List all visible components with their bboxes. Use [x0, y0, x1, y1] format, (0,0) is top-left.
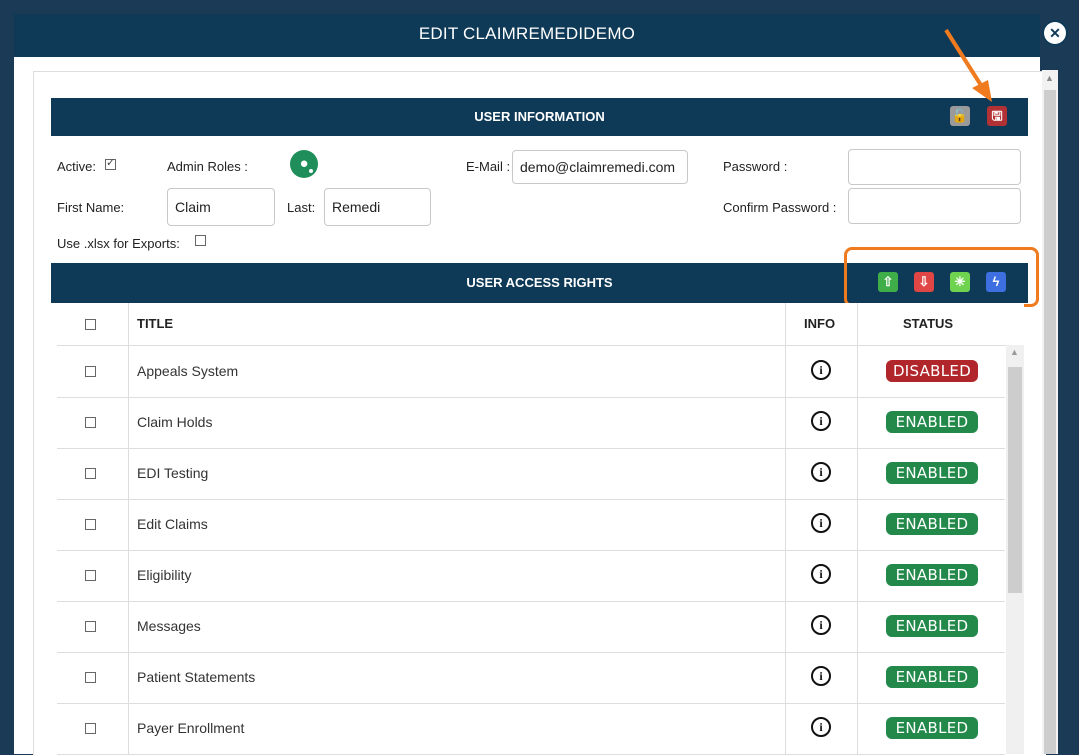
- info-icon[interactable]: i: [811, 717, 831, 737]
- email-label: E-Mail :: [466, 159, 511, 174]
- row-title: EDI Testing: [137, 465, 209, 481]
- access-table-header: TITLE INFO STATUS: [57, 303, 1024, 346]
- confirm-password-label: Confirm Password :: [723, 200, 837, 215]
- table-row: EDI Testing i ENABLED: [57, 448, 1005, 500]
- row-title: Eligibility: [137, 567, 192, 583]
- column-status: STATUS: [903, 316, 954, 331]
- last-name-label: Last:: [287, 200, 316, 215]
- row-checkbox[interactable]: [85, 417, 96, 428]
- last-name-field[interactable]: [324, 188, 431, 226]
- scrollbar-thumb[interactable]: [1044, 90, 1056, 754]
- scroll-up-arrow-icon[interactable]: ▲: [1045, 73, 1054, 83]
- row-checkbox[interactable]: [85, 621, 96, 632]
- modal-scrollbar[interactable]: ▲: [1042, 70, 1058, 754]
- table-row: Patient Statements i ENABLED: [57, 652, 1005, 704]
- user-information-header: USER INFORMATION: [51, 98, 1028, 136]
- status-badge[interactable]: ENABLED: [886, 615, 978, 637]
- status-badge[interactable]: ENABLED: [886, 411, 978, 433]
- select-all-checkbox[interactable]: [85, 319, 96, 330]
- info-icon[interactable]: i: [811, 564, 831, 584]
- first-name-label: First Name:: [57, 200, 125, 215]
- row-title: Payer Enrollment: [137, 720, 245, 736]
- close-icon[interactable]: ✕: [1044, 22, 1066, 44]
- xlsx-export-label: Use .xlsx for Exports:: [57, 236, 180, 251]
- row-title: Patient Statements: [137, 669, 256, 685]
- password-field[interactable]: [848, 149, 1021, 185]
- info-icon[interactable]: i: [811, 411, 831, 431]
- annotation-arrow-icon: [944, 28, 992, 102]
- row-checkbox[interactable]: [85, 723, 96, 734]
- admin-roles-label: Admin Roles :: [167, 159, 248, 174]
- column-title: TITLE: [137, 316, 174, 331]
- xlsx-export-checkbox[interactable]: [195, 235, 206, 246]
- info-icon[interactable]: i: [811, 462, 831, 482]
- row-checkbox[interactable]: [85, 468, 96, 479]
- status-badge[interactable]: DISABLED: [886, 360, 978, 382]
- highlight-box: [844, 247, 1039, 307]
- active-checkbox[interactable]: [105, 156, 116, 170]
- status-badge[interactable]: ENABLED: [886, 513, 978, 535]
- scroll-up-arrow-icon[interactable]: ▲: [1010, 347, 1019, 357]
- table-row: Edit Claims i ENABLED: [57, 499, 1005, 551]
- table-row: Appeals System i DISABLED: [57, 346, 1005, 398]
- email-field[interactable]: [512, 150, 688, 184]
- table-row: Claim Holds i ENABLED: [57, 397, 1005, 449]
- modal-title: EDIT CLAIMREMEDIDEMO: [418, 24, 636, 43]
- modal-titlebar: EDIT CLAIMREMEDIDEMO: [14, 14, 1040, 57]
- user-gear-icon[interactable]: ●: [290, 150, 318, 178]
- password-label: Password :: [723, 159, 788, 174]
- row-title: Claim Holds: [137, 414, 213, 430]
- row-checkbox[interactable]: [85, 366, 96, 377]
- active-label: Active:: [57, 159, 97, 174]
- status-badge[interactable]: ENABLED: [886, 666, 978, 688]
- info-icon[interactable]: i: [811, 513, 831, 533]
- info-icon[interactable]: i: [811, 615, 831, 635]
- unlock-icon[interactable]: 🔓: [950, 106, 970, 126]
- table-row: Payer Enrollment i ENABLED: [57, 703, 1005, 755]
- status-badge[interactable]: ENABLED: [886, 564, 978, 586]
- row-checkbox[interactable]: [85, 570, 96, 581]
- row-title: Messages: [137, 618, 201, 634]
- info-icon[interactable]: i: [811, 360, 831, 380]
- column-info: INFO: [804, 316, 836, 331]
- confirm-password-field[interactable]: [848, 188, 1021, 224]
- row-checkbox[interactable]: [85, 672, 96, 683]
- table-row: Eligibility i ENABLED: [57, 550, 1005, 602]
- row-title: Edit Claims: [137, 516, 208, 532]
- table-scrollbar[interactable]: ▲: [1006, 345, 1024, 754]
- first-name-field[interactable]: [167, 188, 275, 226]
- row-title: Appeals System: [137, 363, 239, 379]
- save-icon[interactable]: 🖫: [987, 106, 1007, 126]
- status-badge[interactable]: ENABLED: [886, 462, 978, 484]
- scrollbar-thumb[interactable]: [1008, 367, 1022, 593]
- status-badge[interactable]: ENABLED: [886, 717, 978, 739]
- table-row: Messages i ENABLED: [57, 601, 1005, 653]
- info-icon[interactable]: i: [811, 666, 831, 686]
- row-checkbox[interactable]: [85, 519, 96, 530]
